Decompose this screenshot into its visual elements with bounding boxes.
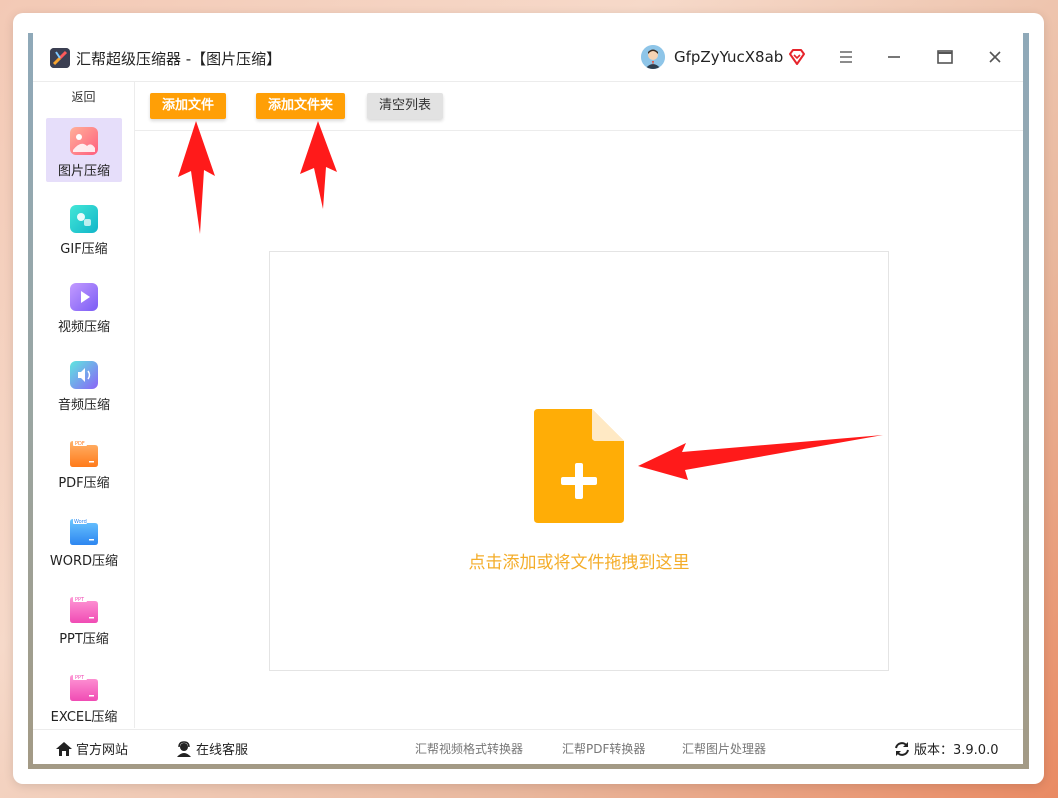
ppt-tag: PPT: [75, 597, 85, 603]
customer-service-icon: [177, 740, 191, 757]
sidebar-item-label: EXCEL压缩: [50, 710, 118, 725]
image-icon: [69, 126, 99, 156]
sidebar-item-label: PDF压缩: [58, 476, 110, 491]
add-file-icon[interactable]: [534, 409, 624, 523]
back-link[interactable]: 返回: [33, 88, 134, 105]
sidebar-item-label: 音频压缩: [57, 398, 110, 413]
sidebar-item-pdf-compress[interactable]: PDF PDF压缩: [46, 430, 122, 494]
sidebar-item-ppt-compress[interactable]: PPT PPT压缩: [46, 586, 122, 650]
close-icon[interactable]: [985, 47, 1005, 67]
home-icon: [56, 741, 72, 756]
version-info[interactable]: 版本：3.9.0.0: [893, 739, 998, 758]
pdf-tag: PDF: [75, 441, 85, 447]
official-site-link[interactable]: 官方网站: [55, 739, 128, 758]
online-service-label: 在线客服: [196, 743, 249, 758]
user-avatar[interactable]: [641, 45, 665, 69]
audio-speaker-icon: [69, 360, 99, 390]
sidebar-item-excel-compress[interactable]: PPT EXCEL压缩: [46, 664, 122, 728]
pdf-folder-icon: PDF: [69, 438, 99, 468]
ppt-folder-icon: PPT: [69, 594, 99, 624]
sidebar-item-gif-compress[interactable]: GIF压缩: [46, 196, 122, 260]
footer-link-pdf-converter[interactable]: 汇帮PDF转换器: [562, 740, 645, 757]
footer-link-image-processor[interactable]: 汇帮图片处理器: [682, 740, 766, 757]
minimize-icon[interactable]: [884, 47, 904, 67]
add-folder-button[interactable]: 添加文件夹: [256, 93, 346, 119]
sidebar: 返回 图片压缩 GIF压缩 视频压缩 音频压缩 PDF PDF压缩 Word W…: [33, 82, 135, 728]
refresh-icon: [895, 741, 909, 756]
window-title: 汇帮超级压缩器 -【图片压缩】: [76, 50, 282, 68]
footer-link-video-converter[interactable]: 汇帮视频格式转换器: [415, 740, 523, 757]
excel-tag: PPT: [75, 675, 85, 681]
online-service-link[interactable]: 在线客服: [175, 739, 248, 758]
sidebar-item-video-compress[interactable]: 视频压缩: [46, 274, 122, 338]
menu-icon[interactable]: [836, 47, 856, 67]
sidebar-item-label: 视频压缩: [57, 320, 110, 335]
vip-diamond-icon[interactable]: [788, 48, 806, 66]
maximize-icon[interactable]: [935, 47, 955, 67]
word-folder-icon: Word: [69, 516, 99, 546]
sidebar-item-label: WORD压缩: [49, 554, 119, 569]
file-drop-zone[interactable]: 点击添加或将文件拖拽到这里: [269, 251, 889, 671]
app-window: 汇帮超级压缩器 -【图片压缩】 GfpZyYucX8ab 返回 图片压缩 GIF…: [33, 33, 1023, 764]
app-logo-icon: [50, 48, 70, 68]
excel-folder-icon: PPT: [69, 672, 99, 702]
sidebar-item-label: PPT压缩: [59, 632, 109, 647]
official-site-label: 官方网站: [76, 743, 129, 758]
add-file-button[interactable]: 添加文件: [150, 93, 227, 119]
drop-hint-text: 点击添加或将文件拖拽到这里: [468, 553, 690, 573]
username[interactable]: GfpZyYucX8ab: [674, 48, 783, 66]
title-bar: 汇帮超级压缩器 -【图片压缩】 GfpZyYucX8ab: [33, 33, 1023, 82]
sidebar-item-label: 图片压缩: [57, 164, 110, 179]
sidebar-item-image-compress[interactable]: 图片压缩: [46, 118, 122, 182]
sidebar-item-word-compress[interactable]: Word WORD压缩: [46, 508, 122, 572]
gif-icon: [69, 204, 99, 234]
footer-bar: 官方网站 在线客服 汇帮视频格式转换器 汇帮PDF转换器 汇帮图片处理器 版本：…: [33, 729, 1023, 764]
clear-list-button[interactable]: 清空列表: [367, 93, 444, 119]
toolbar: 添加文件 添加文件夹 清空列表: [135, 82, 1023, 131]
word-tag: Word: [74, 519, 87, 525]
sidebar-item-audio-compress[interactable]: 音频压缩: [46, 352, 122, 416]
video-play-icon: [69, 282, 99, 312]
sidebar-item-label: GIF压缩: [60, 242, 108, 257]
version-label: 版本：3.9.0.0: [914, 743, 999, 758]
